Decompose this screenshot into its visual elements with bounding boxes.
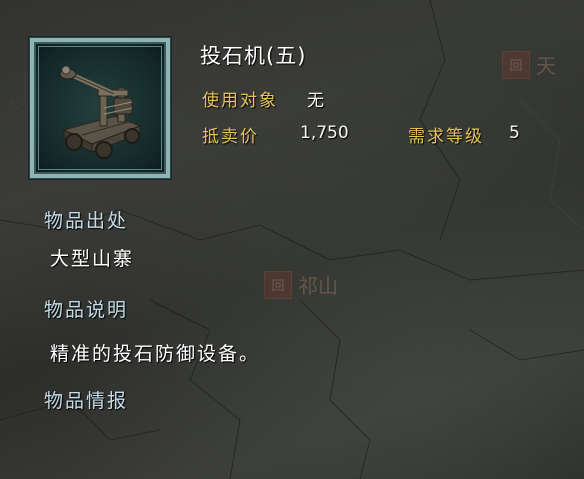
level-value: 5 — [509, 123, 520, 143]
item-title: 投石机(五) — [200, 44, 307, 68]
origin-heading: 物品出处 — [44, 210, 129, 232]
map-marker-qishan: 回 祁山 — [264, 270, 338, 299]
price-value: 1,750 — [300, 123, 349, 143]
info-heading: 物品情报 — [44, 390, 129, 412]
level-label: 需求等级 — [408, 127, 484, 147]
catapult-icon — [59, 65, 142, 159]
seal-icon: 回 — [264, 270, 292, 299]
target-value: 无 — [307, 91, 326, 111]
origin-value: 大型山寨 — [50, 248, 135, 270]
map-marker-label: 天 — [536, 54, 556, 78]
seal-icon: 回 — [502, 50, 530, 79]
item-portrait — [29, 37, 171, 179]
map-marker-top-right: 回 天 — [502, 50, 556, 79]
map-marker-label: 祁山 — [298, 274, 338, 298]
description-heading: 物品说明 — [44, 299, 129, 321]
price-label: 抵卖价 — [202, 127, 259, 147]
target-label: 使用对象 — [202, 91, 278, 111]
description-value: 精准的投石防御设备。 — [50, 343, 261, 365]
